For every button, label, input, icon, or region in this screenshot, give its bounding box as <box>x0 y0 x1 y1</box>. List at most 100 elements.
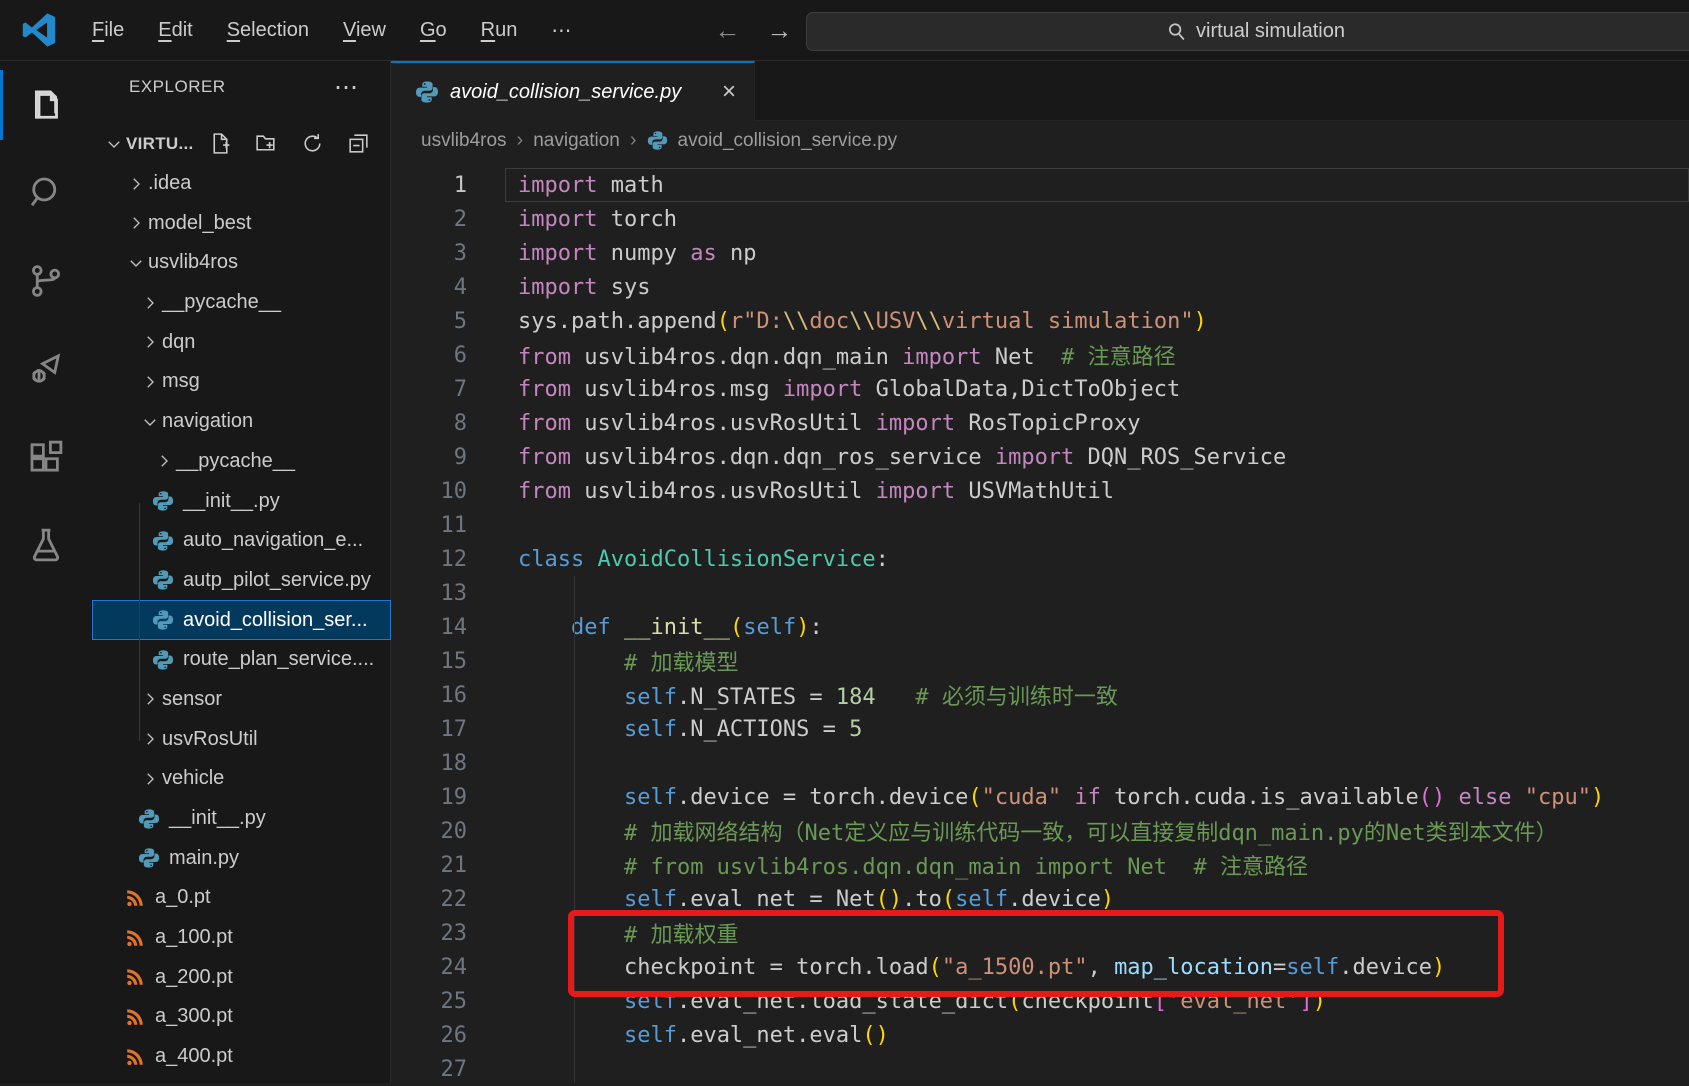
code-line-18[interactable]: 18 <box>391 746 1689 780</box>
code-text: self.eval_net = Net().to(self.device) <box>467 887 1114 912</box>
search-input[interactable]: virtual simulation <box>806 12 1689 51</box>
tree-item-avoid-collision-ser[interactable]: avoid_collision_ser... <box>92 600 391 640</box>
tree-item-vehicle[interactable]: vehicle <box>92 759 391 799</box>
source-control-activity-button[interactable] <box>0 237 92 325</box>
code-line-25[interactable]: 25 self.eval_net.load_state_dict(checkpo… <box>391 984 1689 1018</box>
tree-item-navigation[interactable]: navigation <box>92 402 391 442</box>
search-activity-button[interactable] <box>0 149 92 237</box>
code-line-16[interactable]: 16 self.N_STATES = 184 # 必须与训练时一致 <box>391 678 1689 712</box>
tree-item-a-100-pt[interactable]: a_100.pt <box>92 918 391 958</box>
tree-item-a-300-pt[interactable]: a_300.pt <box>92 997 391 1037</box>
run-debug-activity-button[interactable] <box>0 325 92 413</box>
code-line-13[interactable]: 13 <box>391 576 1689 610</box>
tree-item-autp-pilot-service-py[interactable]: autp_pilot_service.py <box>92 561 391 601</box>
extensions-activity-button[interactable] <box>0 413 92 501</box>
code-line-9[interactable]: 9from usvlib4ros.dqn.dqn_ros_service imp… <box>391 440 1689 474</box>
tree-item-virtu[interactable]: VIRTU... <box>92 124 391 164</box>
code-line-26[interactable]: 26 self.eval_net.eval() <box>391 1018 1689 1052</box>
code-line-22[interactable]: 22 self.eval_net = Net().to(self.device) <box>391 882 1689 916</box>
tab-close-icon[interactable]: × <box>722 80 736 104</box>
line-number: 12 <box>391 547 467 572</box>
tree-item-sensor[interactable]: sensor <box>92 680 391 720</box>
code-line-5[interactable]: 5sys.path.append(r"D:\\doc\\USV\\virtual… <box>391 304 1689 338</box>
tree-item-usvlib4ros[interactable]: usvlib4ros <box>92 243 391 283</box>
tree-item-init-py[interactable]: __init__.py <box>92 481 391 521</box>
tree-item-label: avoid_collision_ser... <box>183 609 368 632</box>
code-line-3[interactable]: 3import numpy as np <box>391 236 1689 270</box>
code-line-21[interactable]: 21 # from usvlib4ros.dqn.dqn_main import… <box>391 848 1689 882</box>
menu-edit[interactable]: Edit <box>145 13 205 48</box>
tree-item-pycache[interactable]: __pycache__ <box>92 283 391 323</box>
code-line-15[interactable]: 15 # 加载模型 <box>391 644 1689 678</box>
tree-item-label: __pycache__ <box>162 291 281 314</box>
explorer-activity-button[interactable] <box>0 61 92 149</box>
code-line-2[interactable]: 2import torch <box>391 202 1689 236</box>
tree-item-a-0-pt[interactable]: a_0.pt <box>92 878 391 918</box>
code-line-20[interactable]: 20 # 加载网络结构（Net定义应与训练代码一致，可以直接复制dqn_main… <box>391 814 1689 848</box>
code-line-6[interactable]: 6from usvlib4ros.dqn.dqn_main import Net… <box>391 338 1689 372</box>
tree-item-a-200-pt[interactable]: a_200.pt <box>92 957 391 997</box>
menu-run[interactable]: Run <box>468 13 531 48</box>
line-number: 17 <box>391 717 467 742</box>
line-number: 1 <box>391 173 467 198</box>
tree-item-label: main.py <box>169 847 239 870</box>
breadcrumb-item[interactable]: navigation <box>533 130 620 152</box>
search-icon <box>1167 22 1187 42</box>
tree-item-a-400-pt[interactable]: a_400.pt <box>92 1037 391 1077</box>
code-line-10[interactable]: 10from usvlib4ros.usvRosUtil import USVM… <box>391 474 1689 508</box>
code-line-19[interactable]: 19 self.device = torch.device("cuda" if … <box>391 780 1689 814</box>
tree-item-auto-navigation-e[interactable]: auto_navigation_e... <box>92 521 391 561</box>
new-folder-icon[interactable] <box>254 131 279 156</box>
tree-item-pycache[interactable]: __pycache__ <box>92 442 391 482</box>
line-number: 24 <box>391 955 467 980</box>
code-editor[interactable]: 1import math2import torch3import numpy a… <box>391 160 1689 1083</box>
chevron-right-icon: › <box>630 129 637 152</box>
python-file-icon <box>152 609 174 631</box>
breadcrumb-item[interactable]: avoid_collision_service.py <box>678 130 898 152</box>
code-text: # 加载网络结构（Net定义应与训练代码一致，可以直接复制dqn_main.py… <box>467 815 1558 847</box>
breadcrumb-item[interactable]: usvlib4ros <box>421 130 507 152</box>
code-line-7[interactable]: 7from usvlib4ros.msg import GlobalData,D… <box>391 372 1689 406</box>
code-text: from usvlib4ros.usvRosUtil import RosTop… <box>467 411 1141 436</box>
code-line-1[interactable]: 1import math <box>391 168 1689 202</box>
line-number: 13 <box>391 581 467 606</box>
explorer-more-actions-icon[interactable]: ⋯ <box>334 73 360 102</box>
code-line-4[interactable]: 4import sys <box>391 270 1689 304</box>
tree-item-idea[interactable]: .idea <box>92 164 391 204</box>
tree-item-route-plan-service[interactable]: route_plan_service.... <box>92 640 391 680</box>
line-number: 19 <box>391 785 467 810</box>
tree-item-label: a_0.pt <box>155 886 211 909</box>
code-line-11[interactable]: 11 <box>391 508 1689 542</box>
code-line-24[interactable]: 24 checkpoint = torch.load("a_1500.pt", … <box>391 950 1689 984</box>
tree-item-usvrosutil[interactable]: usvRosUtil <box>92 719 391 759</box>
menu-file[interactable]: File <box>79 13 137 48</box>
code-text: self.N_ACTIONS = 5 <box>467 717 862 742</box>
tree-item-label: a_300.pt <box>155 1005 233 1028</box>
collapse-all-icon[interactable] <box>346 131 371 156</box>
menu-more[interactable]: ⋯ <box>538 12 584 49</box>
tab-avoid-collision-service[interactable]: avoid_collision_service.py × <box>391 61 755 121</box>
code-line-17[interactable]: 17 self.N_ACTIONS = 5 <box>391 712 1689 746</box>
code-line-23[interactable]: 23 # 加载权重 <box>391 916 1689 950</box>
menu-view[interactable]: View <box>330 13 399 48</box>
new-file-icon[interactable] <box>208 131 233 156</box>
menu-go[interactable]: Go <box>407 13 460 48</box>
tree-item-msg[interactable]: msg <box>92 362 391 402</box>
code-line-12[interactable]: 12class AvoidCollisionService: <box>391 542 1689 576</box>
tree-item-label: __init__.py <box>169 807 266 830</box>
testing-activity-button[interactable] <box>0 501 92 589</box>
tree-item-init-py[interactable]: __init__.py <box>92 799 391 839</box>
back-arrow-icon[interactable]: ← <box>714 15 740 46</box>
line-number: 6 <box>391 343 467 368</box>
tree-item-main-py[interactable]: main.py <box>92 838 391 878</box>
menu-selection[interactable]: Selection <box>214 13 322 48</box>
tree-item-label: a_200.pt <box>155 966 233 989</box>
code-line-14[interactable]: 14 def __init__(self): <box>391 610 1689 644</box>
code-text: from usvlib4ros.usvRosUtil import USVMat… <box>467 479 1114 504</box>
code-line-8[interactable]: 8from usvlib4ros.usvRosUtil import RosTo… <box>391 406 1689 440</box>
forward-arrow-icon[interactable]: → <box>766 15 792 46</box>
tree-item-model-best[interactable]: model_best <box>92 203 391 243</box>
refresh-icon[interactable] <box>300 131 325 156</box>
code-line-27[interactable]: 27 <box>391 1052 1689 1086</box>
tree-item-dqn[interactable]: dqn <box>92 322 391 362</box>
